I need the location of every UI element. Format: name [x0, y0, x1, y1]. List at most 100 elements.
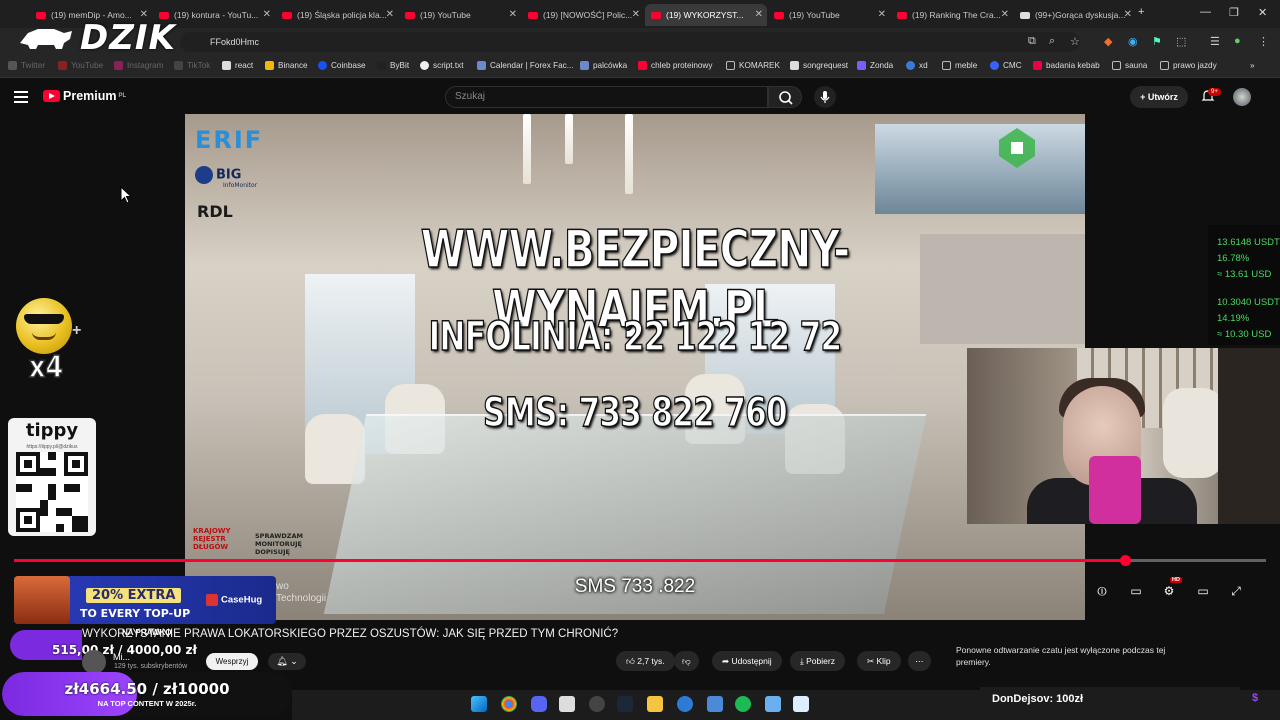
- bookmark[interactable]: KOMAREK: [726, 61, 780, 70]
- autoplay-toggle-icon[interactable]: ⏼: [1094, 584, 1110, 598]
- close-icon[interactable]: ✕: [509, 9, 517, 20]
- krd-logo: KRAJOWY REJESTR DŁUGÓW: [193, 527, 231, 551]
- close-icon[interactable]: ✕: [755, 9, 763, 20]
- bookmark[interactable]: Instagram: [114, 61, 163, 70]
- channel-name[interactable]: Mi...: [113, 652, 130, 662]
- reading-list-icon[interactable]: ☰: [1210, 35, 1220, 48]
- app-icon[interactable]: [559, 696, 575, 712]
- close-icon[interactable]: ✕: [1001, 9, 1009, 20]
- bookmark[interactable]: TikTok: [174, 61, 210, 70]
- minimize-icon[interactable]: —: [1200, 6, 1211, 18]
- extension-icon[interactable]: ◉: [1128, 35, 1138, 48]
- banner-sms: SMS: 733 822 760: [482, 389, 788, 437]
- bookmark[interactable]: Coinbase: [318, 61, 366, 70]
- file-explorer-icon[interactable]: [647, 696, 663, 712]
- close-icon[interactable]: ✕: [263, 9, 271, 20]
- restore-icon[interactable]: ❐: [1229, 6, 1239, 19]
- bookmark[interactable]: react: [222, 61, 253, 70]
- install-icon[interactable]: ⧉: [1028, 35, 1036, 48]
- bookmarks-bar: Twitter YouTube Instagram TikTok react B…: [0, 56, 1280, 78]
- notepad-icon[interactable]: [765, 696, 781, 712]
- notification-badge: 9+: [1208, 88, 1221, 96]
- more-actions-button[interactable]: ⋯: [908, 651, 931, 671]
- like-button[interactable]: 👍︎ 2,7 tys.: [616, 651, 675, 671]
- download-button[interactable]: ⤓ Pobierz: [790, 651, 845, 671]
- video-progress-bar[interactable]: [14, 555, 1266, 566]
- ticker-value: ≈ 13.61 USD: [1217, 269, 1272, 280]
- browser-tab[interactable]: (99+)Gorąca dyskusja... ✕: [1014, 4, 1136, 26]
- create-button[interactable]: + Utwórz: [1130, 86, 1188, 108]
- browser-tab[interactable]: (19) Ranking The Cra... ✕: [891, 4, 1013, 26]
- extensions-puzzle-icon[interactable]: ⬚: [1176, 35, 1186, 48]
- bookmark[interactable]: Twitter: [8, 61, 45, 70]
- bookmark[interactable]: songrequest: [790, 61, 848, 70]
- dislike-button[interactable]: 👎︎: [674, 651, 699, 671]
- bookmark[interactable]: CMC: [990, 61, 1022, 70]
- edge-icon[interactable]: [677, 696, 693, 712]
- chrome-icon[interactable]: [501, 696, 517, 712]
- bookmark[interactable]: meble: [942, 61, 977, 70]
- menu-dots-icon[interactable]: ⋮: [1258, 35, 1269, 48]
- profile-icon[interactable]: ●: [1234, 35, 1241, 47]
- extension-icon[interactable]: ◆: [1104, 35, 1112, 48]
- steam-icon[interactable]: [617, 696, 633, 712]
- subscription-bell-button[interactable]: 🔔︎ ⌄: [268, 653, 306, 670]
- browser-tab[interactable]: (19) Śląska policja kla... ✕: [276, 4, 398, 26]
- channel-avatar[interactable]: [82, 650, 106, 674]
- fullscreen-icon[interactable]: ⤢: [1228, 584, 1244, 598]
- browser-tab[interactable]: (19) YouTube ✕: [768, 4, 890, 26]
- close-window-icon[interactable]: ✕: [1258, 6, 1267, 19]
- browser-tab[interactable]: (19) [NOWOŚĆ] Polic... ✕: [522, 4, 644, 26]
- scrubber-handle[interactable]: [1119, 555, 1131, 566]
- spotify-icon[interactable]: [735, 696, 751, 712]
- bookmark[interactable]: xd: [906, 61, 928, 70]
- avatar[interactable]: [1233, 88, 1251, 106]
- extension-icon[interactable]: ⚑: [1152, 35, 1162, 48]
- bookmark[interactable]: YouTube: [58, 61, 103, 70]
- bookmarks-overflow-icon[interactable]: »: [1250, 61, 1255, 70]
- bookmark[interactable]: Calendar | Forex Fac...: [477, 61, 574, 70]
- close-icon[interactable]: ✕: [1124, 9, 1132, 20]
- browser-tab-active[interactable]: (19) WYKORZYST... ✕: [645, 4, 767, 26]
- discord-icon[interactable]: [531, 696, 547, 712]
- bookmark[interactable]: prawo jazdy: [1160, 61, 1217, 70]
- search-button[interactable]: [768, 86, 802, 108]
- plus-icon: +: [72, 322, 82, 339]
- close-icon[interactable]: ✕: [632, 9, 640, 20]
- obs-icon[interactable]: [589, 696, 605, 712]
- windows-start-icon[interactable]: [471, 696, 487, 712]
- promo-brand: CaseHug: [206, 594, 262, 606]
- zoom-icon[interactable]: ⌕: [1049, 35, 1055, 48]
- settings-gear-icon[interactable]: ⚙: [1161, 584, 1177, 598]
- donation-goal-bar: zł4664.50 / zł10000 NA TOP CONTENT W 202…: [2, 672, 292, 716]
- youtube-premium-logo[interactable]: Premium PL: [43, 89, 126, 103]
- share-button[interactable]: ➦ Udostępnij: [712, 651, 782, 671]
- theater-mode-icon[interactable]: ▭: [1195, 584, 1211, 598]
- ticker-value: 10.3040 USDT: [1217, 297, 1280, 308]
- browser-tab[interactable]: (19) YouTube ✕: [399, 4, 521, 26]
- support-button[interactable]: Wesprzyj: [206, 653, 258, 670]
- bookmark[interactable]: Binance: [265, 61, 308, 70]
- video-lower-text: wo Technologii: [276, 581, 327, 604]
- search-input[interactable]: Szukaj: [445, 86, 768, 108]
- menu-icon[interactable]: [14, 91, 28, 103]
- close-icon[interactable]: ✕: [878, 9, 886, 20]
- tools-icon[interactable]: [707, 696, 723, 712]
- bookmark[interactable]: palcówka: [580, 61, 627, 70]
- subtitles-icon[interactable]: ▭: [1128, 584, 1144, 598]
- plus-icon: +: [1140, 92, 1148, 102]
- video-player[interactable]: ERIF BIG InfoMonitor RDL KRAJOWY REJESTR…: [185, 114, 1085, 620]
- clip-button[interactable]: ✂ Klip: [857, 651, 901, 671]
- bookmark[interactable]: Zonda: [857, 61, 893, 70]
- bookmark[interactable]: ByBit: [377, 61, 409, 70]
- bookmark[interactable]: chleb proteinowy: [638, 61, 712, 70]
- bookmark[interactable]: sauna: [1112, 61, 1147, 70]
- voice-search-button[interactable]: [814, 86, 836, 108]
- close-icon[interactable]: ✕: [386, 9, 394, 20]
- new-tab-icon[interactable]: +: [1138, 6, 1144, 18]
- bookmark[interactable]: script.txt: [420, 61, 463, 70]
- url-field[interactable]: FFokd0Hmc: [180, 32, 1080, 52]
- bookmark-star-icon[interactable]: ☆: [1070, 35, 1080, 48]
- bookmark[interactable]: badania kebab: [1033, 61, 1100, 70]
- app-icon[interactable]: [793, 696, 809, 712]
